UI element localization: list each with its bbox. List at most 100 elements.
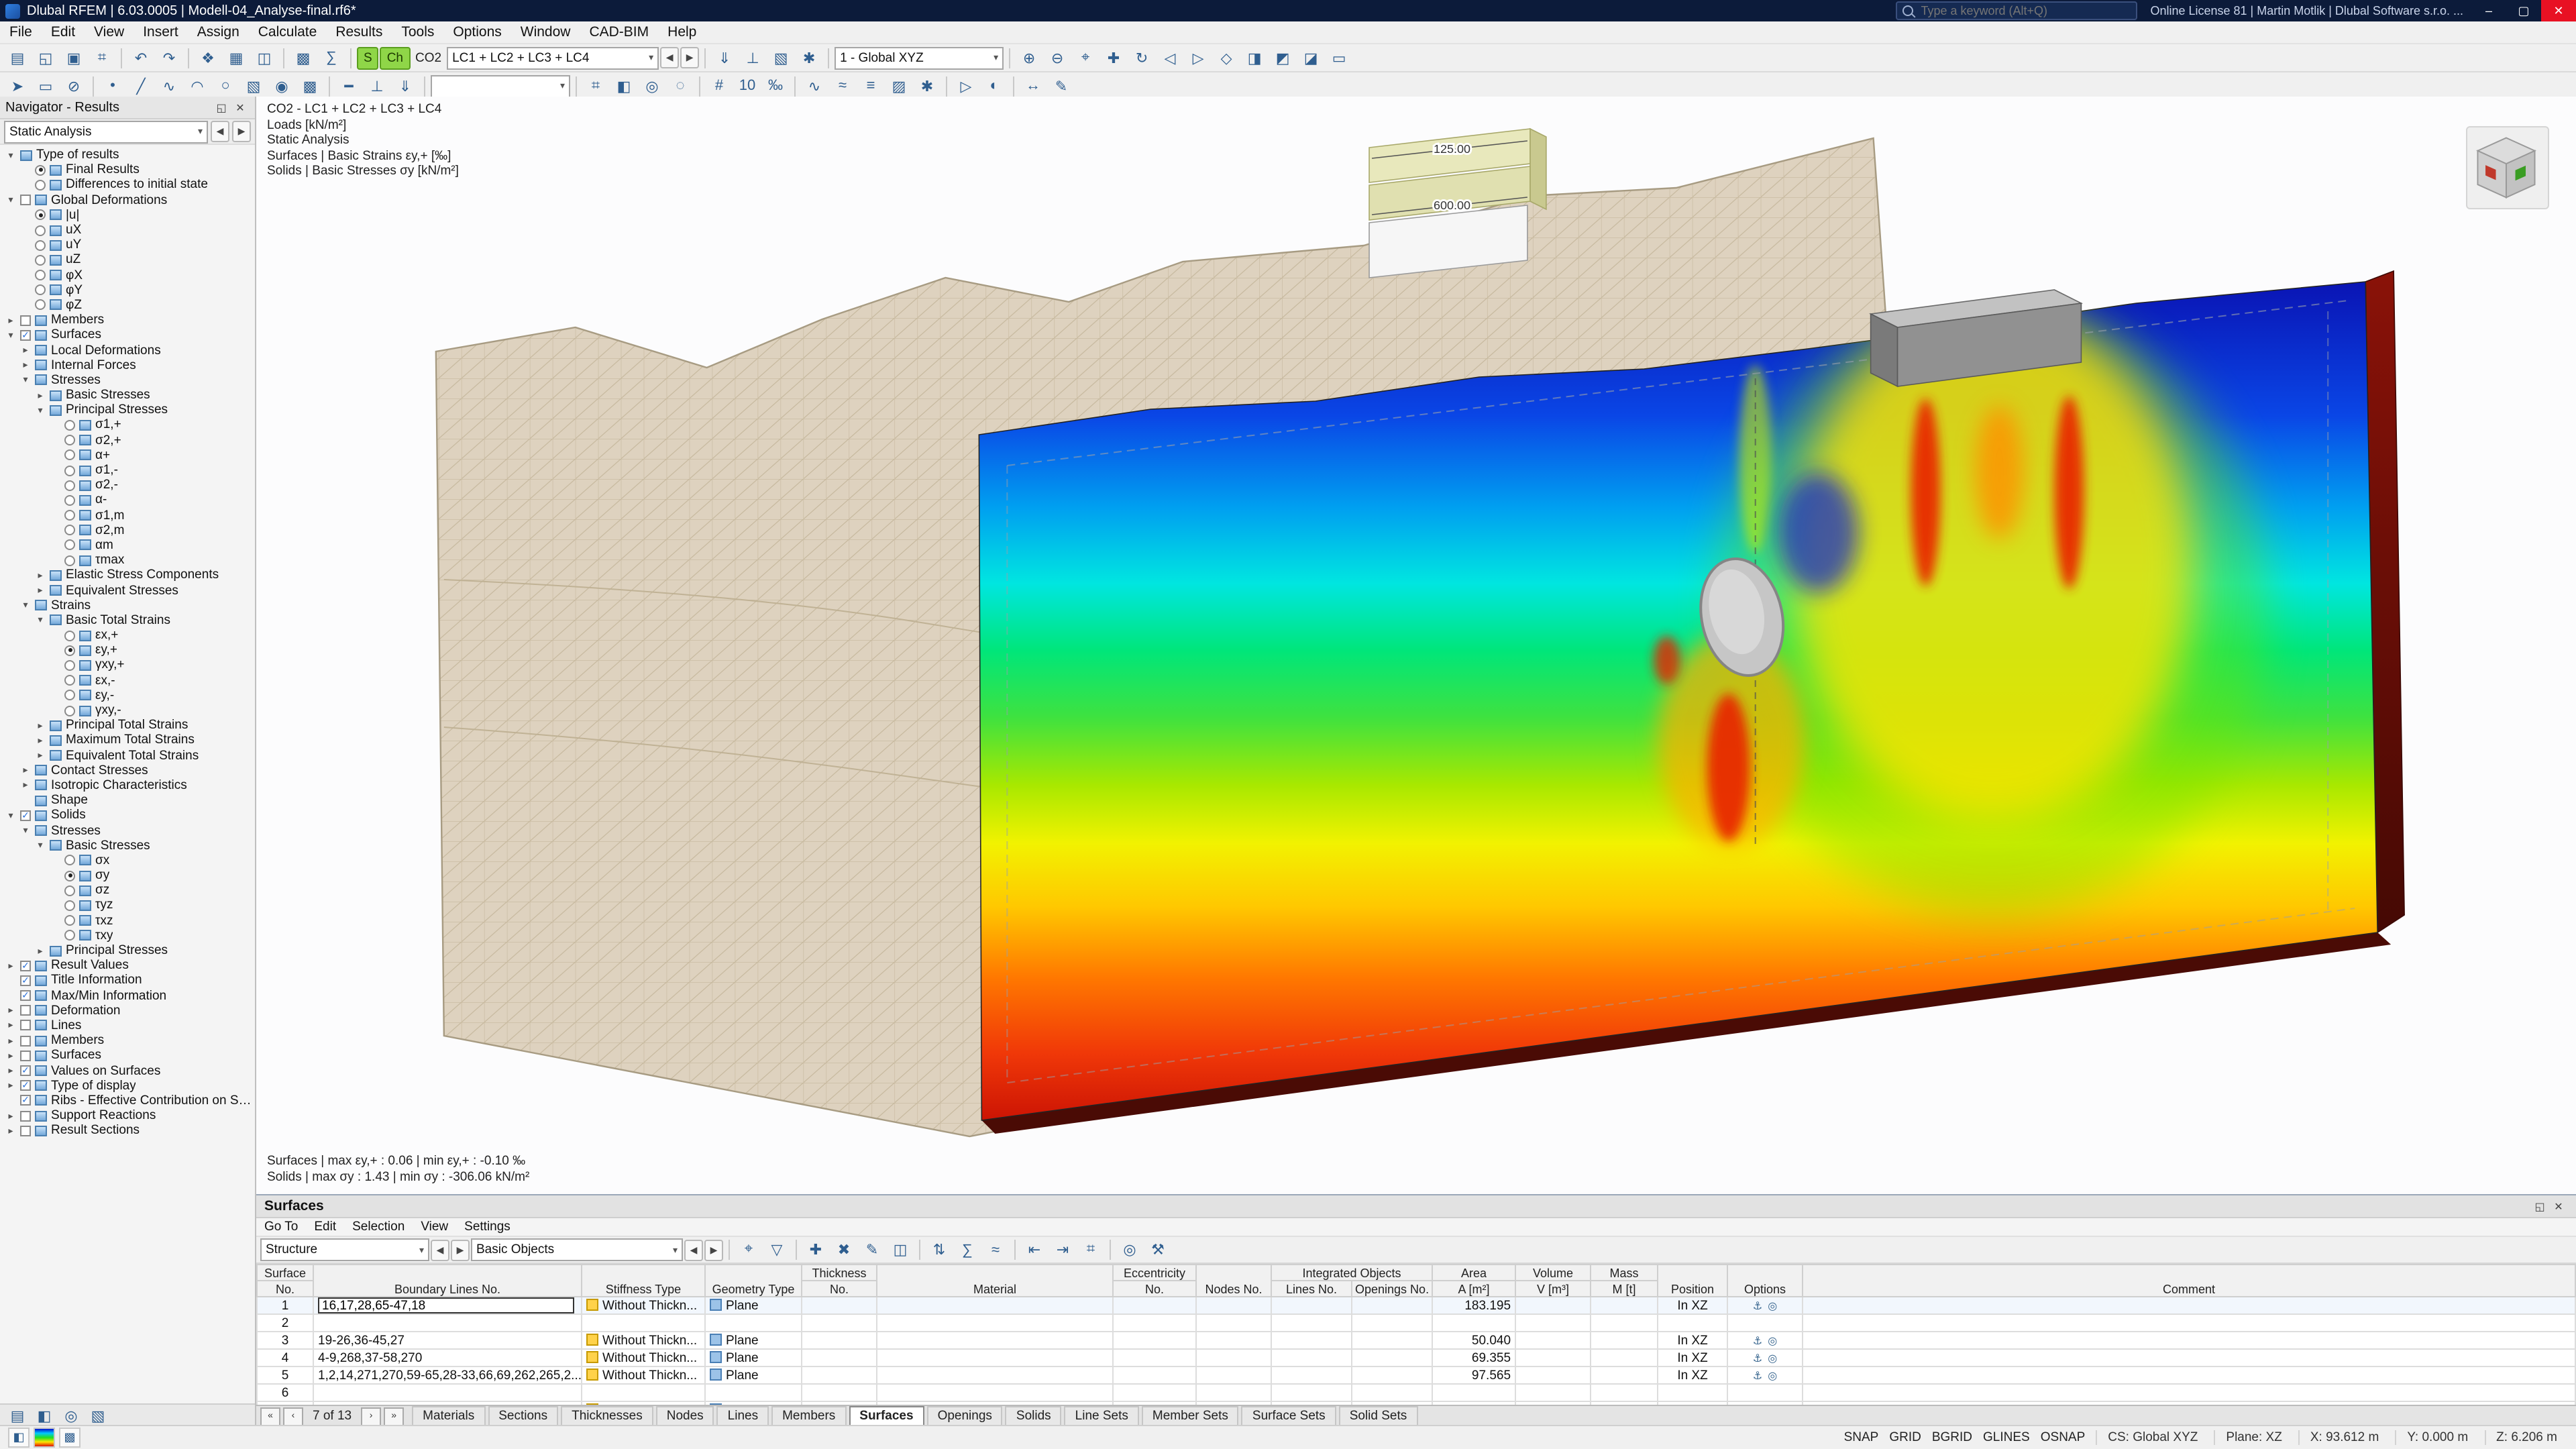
expander-icon[interactable]: ▾ [20,825,31,836]
next-view-button[interactable]: ▷ [1185,44,1212,71]
view-in-x-button[interactable]: ◨ [1241,44,1268,71]
opening-tool-button[interactable]: ◉ [268,72,295,99]
tree-item-isotropic-characteristics[interactable]: ▸ Isotropic Characteristics [3,778,255,793]
menu-edit[interactable]: Edit [42,21,85,43]
zoom-window-button[interactable]: ⌖ [1072,44,1099,71]
column-header-position[interactable]: Position [1657,1264,1729,1297]
status-display-mode-button[interactable]: ▩ [59,1428,80,1448]
cell-stiffness-type[interactable]: Without Thickn... [581,1348,706,1367]
expander-icon[interactable]: ▸ [5,1065,16,1076]
tree-item-z[interactable]: σz [3,883,255,898]
checkbox[interactable] [20,1110,31,1122]
menu-calculate[interactable]: Calculate [249,21,327,43]
surface-tool-button[interactable]: ▧ [240,72,267,99]
tree-item-y[interactable]: φY [3,282,255,298]
cell-mass[interactable] [1590,1331,1659,1350]
expander-icon[interactable]: ▸ [35,585,46,596]
cell-thickness-no[interactable] [801,1348,877,1367]
radio-button[interactable] [64,915,75,926]
navigator-float-icon[interactable]: ◱ [212,98,231,117]
deselect-all-button[interactable]: ⊘ [60,72,87,99]
tree-item-internal-forces[interactable]: ▸ Internal Forces [3,358,255,372]
new-model-button[interactable]: ▤ [4,44,31,71]
minimize-button[interactable]: – [2471,0,2506,21]
model-viewport[interactable]: 125.00 600.00 CO2 - LC1 + LC2 + LC3 + LC… [256,97,2576,1195]
radio-button[interactable] [64,449,75,461]
cell-boundary-lines[interactable]: 4-9,268,37-58,270 [313,1348,582,1367]
cell-position[interactable]: In XZ [1657,1331,1729,1350]
table-tab-lines[interactable]: Lines [716,1406,769,1426]
cell-position[interactable] [1657,1383,1729,1402]
import-table-button[interactable]: ⇤ [1021,1236,1048,1263]
tree-item-2[interactable]: σ2,+ [3,433,255,447]
cell-surface-no[interactable]: 3 [256,1331,314,1350]
table-tab-surfaces[interactable]: Surfaces [849,1406,924,1426]
navigator-close-icon[interactable]: ✕ [231,98,250,117]
tree-item-maximum-total-strains[interactable]: ▸ Maximum Total Strains [3,733,255,748]
radio-button[interactable] [64,690,75,701]
expander-icon[interactable]: ▸ [20,360,31,370]
tree-item-members[interactable]: ▸ Members [3,1033,255,1048]
expander-icon[interactable]: ▸ [35,720,46,731]
menu-window[interactable]: Window [511,21,580,43]
model-view[interactable]: 125.00 600.00 [256,97,2576,1195]
line-tool-button[interactable]: ╱ [127,72,154,99]
status-render-mode-button[interactable]: ◧ [8,1428,30,1448]
expander-icon[interactable]: ▸ [5,1080,16,1091]
open-model-button[interactable]: ◱ [32,44,59,71]
radio-button[interactable] [64,930,75,941]
load-combination-select[interactable]: LC1 + LC2 + LC3 + LC4 ▾ [447,46,659,69]
export-table-button[interactable]: ⇥ [1049,1236,1076,1263]
result-diagrams-button[interactable]: ∿ [801,72,828,99]
analysis-type-select[interactable]: Static Analysis ▾ [4,120,208,143]
expander-icon[interactable]: ▸ [5,1126,16,1136]
visibility-icon[interactable]: ◎ [1768,1352,1777,1364]
radio-button[interactable] [64,510,75,521]
cell-boundary-lines[interactable]: 19-26,36-45,27 [313,1331,582,1350]
expander-icon[interactable]: ▸ [5,1051,16,1061]
tree-item-global-deformations[interactable]: ▾ Global Deformations [3,193,255,207]
cell-nodes-no[interactable] [1195,1348,1272,1367]
expander-icon[interactable]: ▸ [35,390,46,400]
table-menu-settings[interactable]: Settings [456,1218,519,1236]
cell-thickness-no[interactable] [801,1366,877,1385]
status-toggle-osnap[interactable]: OSNAP [2035,1430,2091,1445]
tree-item-2[interactable]: σ2,- [3,478,255,492]
show-result-chart-toggle[interactable]: Ch [380,46,410,69]
hide-objects-button[interactable]: ◌ [667,72,694,99]
panels-toggle-button[interactable]: ◫ [251,44,278,71]
cell-area[interactable]: 97.565 [1432,1366,1517,1385]
table-row-4[interactable]: 4 4-9,268,37-58,270 Without Thickn... Plane… [256,1348,2576,1367]
show-results-toggle[interactable]: S [357,46,379,69]
tree-item-members[interactable]: ▸ Members [3,313,255,327]
table-tab-sections[interactable]: Sections [488,1406,559,1426]
column-header-comment[interactable]: Comment [1802,1264,2576,1297]
cell-stiffness-type[interactable]: Without Thickn... [581,1366,706,1385]
tree-item-elastic-stress-components[interactable]: ▸ Elastic Stress Components [3,568,255,583]
menu-results[interactable]: Results [326,21,392,43]
tables-toggle-button[interactable]: ▦ [223,44,250,71]
isolines-button[interactable]: ≡ [857,72,884,99]
checkbox[interactable]: ✓ [20,960,31,971]
radio-button[interactable] [64,480,75,491]
sort-rows-button[interactable]: ⇅ [926,1236,953,1263]
radio-button[interactable] [35,164,46,176]
tree-item-principal-total-strains[interactable]: ▸ Principal Total Strains [3,718,255,733]
cell-eccentricity-no[interactable] [1112,1383,1197,1402]
smooth-results-button[interactable]: ≈ [829,72,856,99]
expander-icon[interactable]: ▾ [5,195,16,205]
expander-icon[interactable]: ▸ [5,1110,16,1121]
tree-item-deformation[interactable]: ▸ Deformation [3,1003,255,1018]
cell-geometry-type[interactable]: Plane [704,1331,802,1350]
radio-button[interactable] [35,179,46,191]
table-menu-go-to[interactable]: Go To [256,1218,306,1236]
pan-view-button[interactable]: ✚ [1100,44,1127,71]
numbering-button[interactable]: # [706,72,733,99]
anchor-icon[interactable]: ⚓ [1753,1299,1762,1311]
status-toggle-grid[interactable]: GRID [1884,1430,1927,1445]
expander-icon[interactable]: ▾ [5,150,16,160]
cell-comment[interactable] [1802,1383,2576,1402]
table-tab-surface-sets[interactable]: Surface Sets [1241,1406,1336,1426]
table-settings-button[interactable]: ⚒ [1144,1236,1171,1263]
checkbox[interactable] [20,195,31,206]
